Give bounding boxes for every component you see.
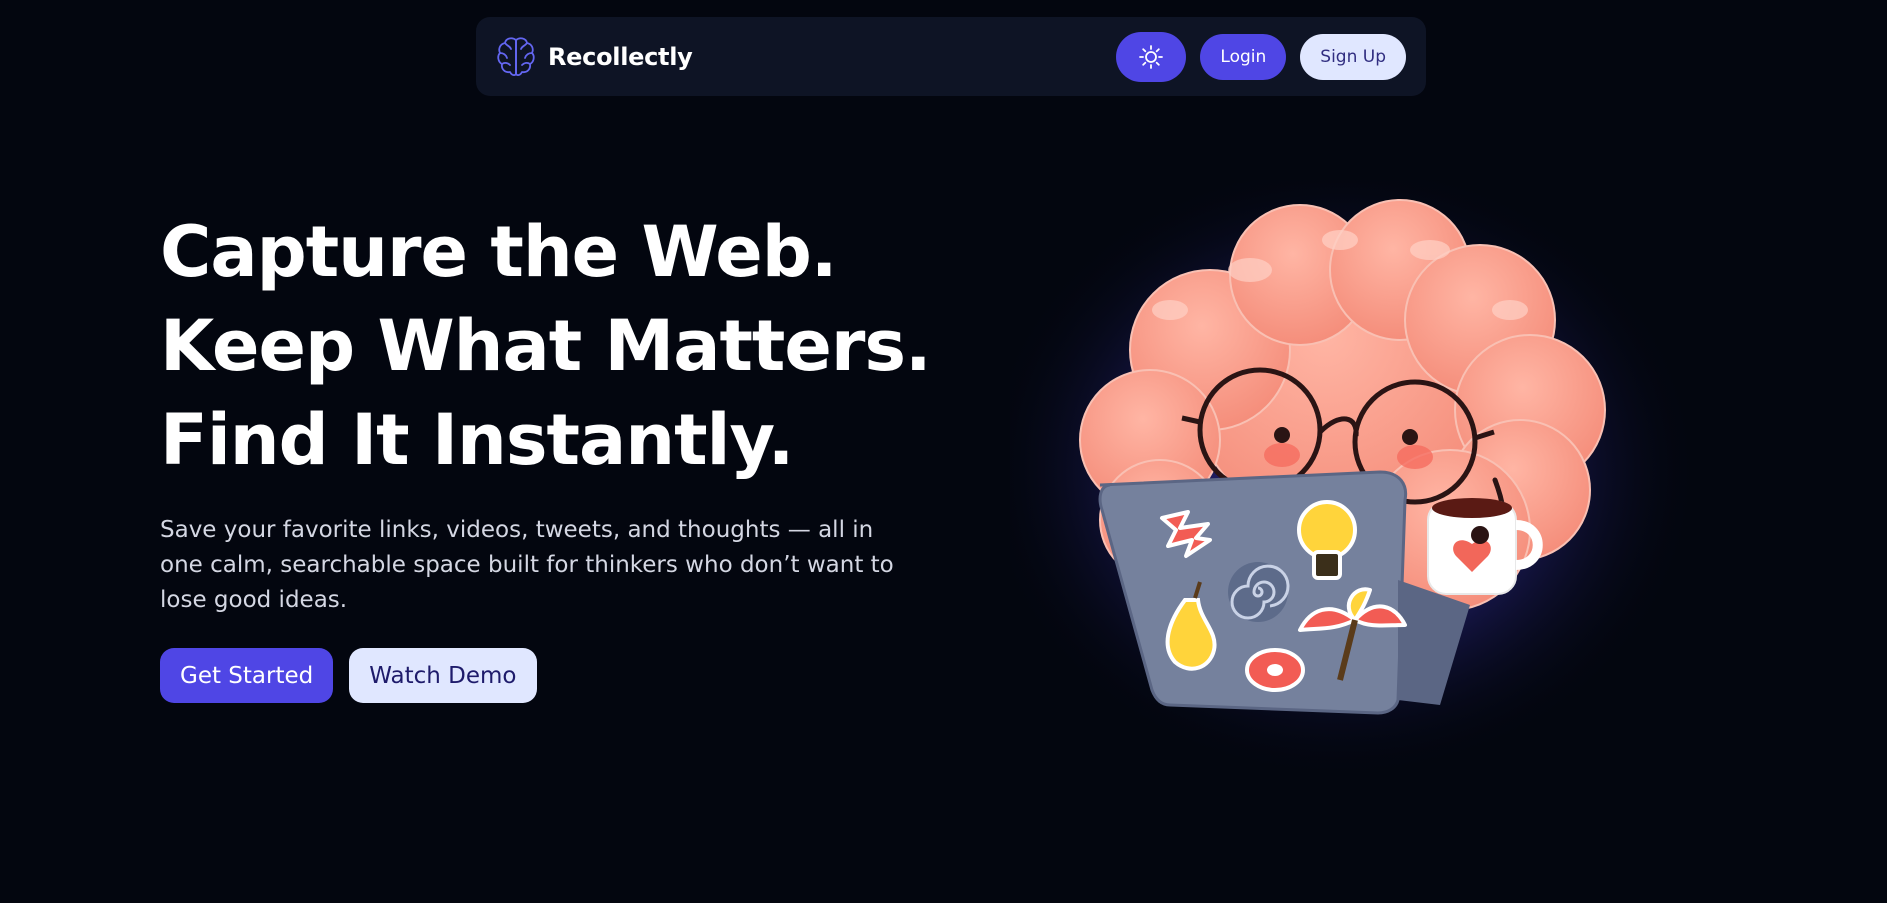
hero-headline: Capture the Web. Keep What Matters. Find… [160,205,932,487]
landing-page: Recollectly Login Sign Up Capture the We… [0,0,1887,903]
headline-line: Keep What Matters. [160,305,932,387]
brand-name: Recollectly [548,42,693,71]
signup-button[interactable]: Sign Up [1300,33,1406,80]
sun-icon [1139,44,1164,69]
brain-icon [497,36,535,76]
hero-section: Capture the Web. Keep What Matters. Find… [160,205,932,703]
brand[interactable]: Recollectly [496,35,693,79]
nav-actions: Login Sign Up [1116,31,1406,82]
theme-toggle-button[interactable] [1116,31,1187,82]
hero-subtext: Save your favorite links, videos, tweets… [160,517,894,613]
brain-mascot-illustration [1010,180,1710,780]
get-started-button[interactable]: Get Started [160,648,334,703]
headline-line: Find It Instantly. [160,399,794,481]
brain-mascot-image [1010,180,1700,780]
watch-demo-button[interactable]: Watch Demo [349,648,537,703]
navbar: Recollectly Login Sign Up [476,17,1426,96]
login-button[interactable]: Login [1200,33,1287,80]
headline-line: Capture the Web. [160,211,837,293]
cta-row: Get Started Watch Demo [160,648,920,703]
